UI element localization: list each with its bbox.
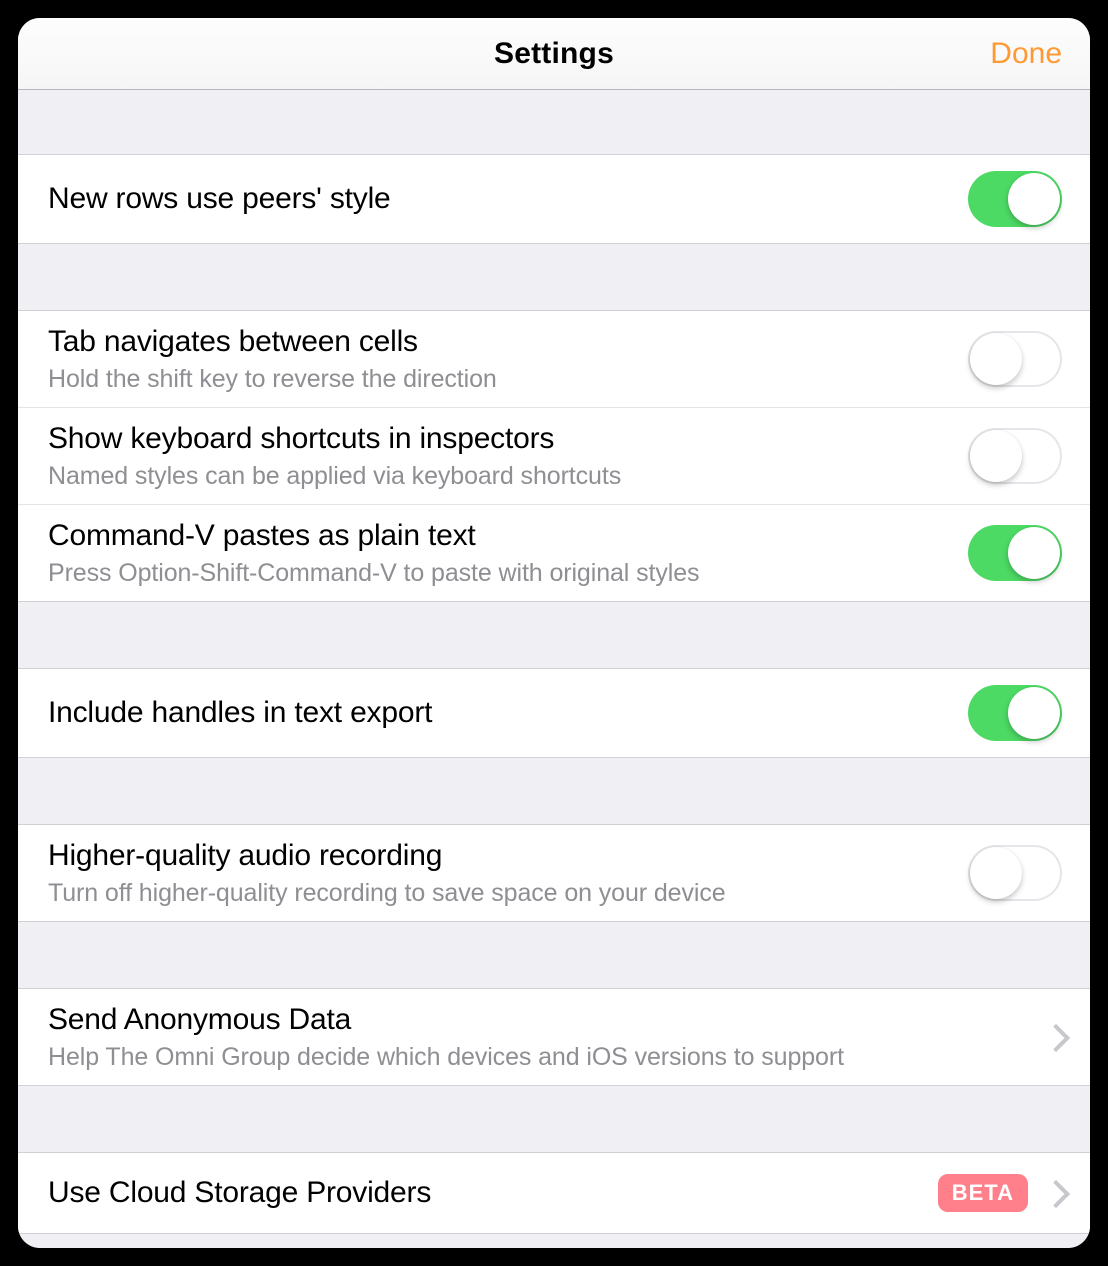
chevron-right-icon — [1046, 1180, 1062, 1206]
row-higher-quality-audio: Higher-quality audio recording Turn off … — [18, 825, 1090, 921]
settings-group-3: Include handles in text export — [18, 668, 1090, 758]
toggle-knob-icon — [1008, 173, 1060, 225]
toggle-new-rows-peers-style[interactable] — [968, 171, 1062, 227]
row-title: Send Anonymous Data — [48, 1001, 1008, 1039]
row-subtitle: Press Option-Shift-Command-V to paste wi… — [48, 557, 948, 590]
done-button[interactable]: Done — [990, 37, 1062, 71]
row-title: Higher-quality audio recording — [48, 837, 948, 875]
toggle-knob-icon — [970, 333, 1022, 385]
settings-content: New rows use peers' style Tab navigates … — [18, 90, 1090, 1248]
row-subtitle: Help The Omni Group decide which devices… — [48, 1041, 1008, 1074]
row-title: Show keyboard shortcuts in inspectors — [48, 420, 948, 458]
row-tab-navigates-cells: Tab navigates between cells Hold the shi… — [18, 311, 1090, 407]
toggle-knob-icon — [970, 847, 1022, 899]
row-title: Include handles in text export — [48, 694, 948, 732]
toggle-knob-icon — [1008, 527, 1060, 579]
settings-header: Settings Done — [18, 18, 1090, 90]
row-title: Command-V pastes as plain text — [48, 517, 948, 555]
toggle-command-v-plain-text[interactable] — [968, 525, 1062, 581]
settings-group-4: Higher-quality audio recording Turn off … — [18, 824, 1090, 922]
toggle-knob-icon — [970, 430, 1022, 482]
toggle-knob-icon — [1008, 687, 1060, 739]
settings-group-2: Tab navigates between cells Hold the shi… — [18, 310, 1090, 602]
settings-group-6: Use Cloud Storage Providers BETA — [18, 1152, 1090, 1234]
row-title: New rows use peers' style — [48, 180, 948, 218]
row-title: Tab navigates between cells — [48, 323, 948, 361]
page-title: Settings — [494, 37, 614, 71]
row-include-handles-export: Include handles in text export — [18, 669, 1090, 757]
row-subtitle: Hold the shift key to reverse the direct… — [48, 363, 948, 396]
toggle-tab-navigates-cells[interactable] — [968, 331, 1062, 387]
row-use-cloud-storage-providers[interactable]: Use Cloud Storage Providers BETA — [18, 1153, 1090, 1233]
beta-badge: BETA — [938, 1174, 1028, 1212]
row-subtitle: Turn off higher-quality recording to sav… — [48, 877, 948, 910]
toggle-show-keyboard-shortcuts[interactable] — [968, 428, 1062, 484]
settings-group-1: New rows use peers' style — [18, 154, 1090, 244]
row-send-anonymous-data[interactable]: Send Anonymous Data Help The Omni Group … — [18, 989, 1090, 1085]
row-command-v-plain-text: Command-V pastes as plain text Press Opt… — [18, 504, 1090, 601]
row-title: Use Cloud Storage Providers — [48, 1174, 918, 1212]
chevron-right-icon — [1046, 1024, 1062, 1050]
row-show-keyboard-shortcuts: Show keyboard shortcuts in inspectors Na… — [18, 407, 1090, 504]
toggle-include-handles-export[interactable] — [968, 685, 1062, 741]
row-new-rows-peers-style: New rows use peers' style — [18, 155, 1090, 243]
toggle-higher-quality-audio[interactable] — [968, 845, 1062, 901]
settings-group-5: Send Anonymous Data Help The Omni Group … — [18, 988, 1090, 1086]
row-subtitle: Named styles can be applied via keyboard… — [48, 460, 948, 493]
